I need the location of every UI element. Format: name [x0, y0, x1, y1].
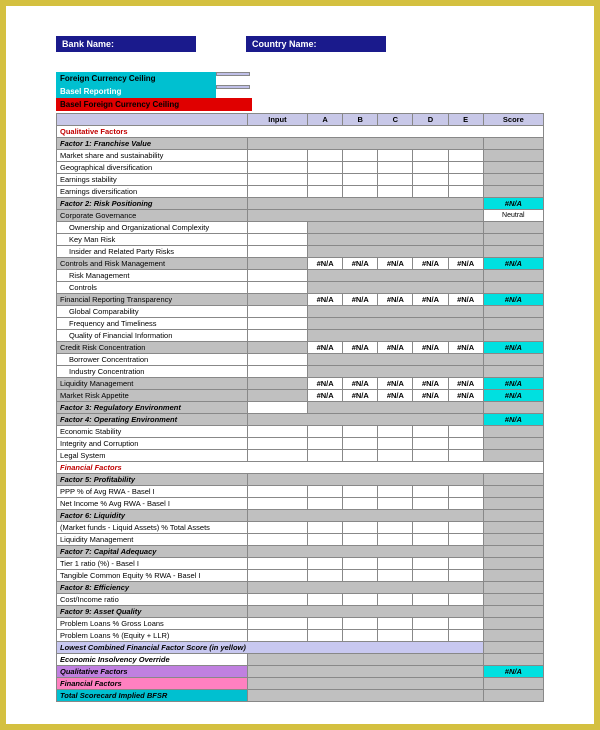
col-c: C	[378, 114, 413, 126]
col-score: Score	[483, 114, 543, 126]
f1-item: Earnings stability	[57, 174, 248, 186]
lowest-score: Lowest Combined Financial Factor Score (…	[57, 642, 484, 654]
meta-block: Foreign Currency Ceiling Basel Reporting…	[56, 72, 544, 111]
financial-header: Financial Factors	[57, 462, 544, 474]
f2-fin-item: Quality of Financial Information	[57, 330, 248, 342]
f7-item: Tangible Common Equity % RWA - Basel I	[57, 570, 248, 582]
f5-item: Net Income % Avg RWA - Basel I	[57, 498, 248, 510]
f2-score: #N/A	[483, 198, 543, 210]
header-row: Bank Name: Country Name:	[56, 36, 544, 52]
f1-item: Earnings diversification	[57, 186, 248, 198]
header-row-cols: Input A B C D E Score	[57, 114, 544, 126]
f2-head: Factor 2: Risk Positioning	[57, 198, 248, 210]
f2-ctrl-item: Risk Management	[57, 270, 248, 282]
qualitative-header: Qualitative Factors	[57, 126, 544, 138]
fcc-value[interactable]	[216, 72, 250, 76]
bank-name-label: Bank Name:	[56, 36, 196, 52]
col-input: Input	[247, 114, 307, 126]
col-e: E	[448, 114, 483, 126]
f1-head: Factor 1: Franchise Value	[57, 138, 248, 150]
total-bfsr: Total Scorecard Implied BFSR	[57, 690, 248, 702]
qual-final: Qualitative Factors	[57, 666, 248, 678]
col-d: D	[413, 114, 448, 126]
f2-fin: Financial Reporting Transparency	[57, 294, 248, 306]
fin-final: Financial Factors	[57, 678, 248, 690]
f2-ctrl: Controls and Risk Management	[57, 258, 248, 270]
f2-corp-item: Insider and Related Party Risks	[57, 246, 248, 258]
scorecard-table: Input A B C D E Score Qualitative Factor…	[56, 113, 544, 702]
f9-item: Problem Loans % Gross Loans	[57, 618, 248, 630]
col-b: B	[343, 114, 378, 126]
f2-fin-item: Frequency and Timeliness	[57, 318, 248, 330]
f6-item: Liquidity Management	[57, 534, 248, 546]
f2-corp-score: Neutral	[483, 210, 543, 222]
f8-item: Cost/Income ratio	[57, 594, 248, 606]
f2-corp: Corporate Governance	[57, 210, 248, 222]
f6-head: Factor 6: Liquidity	[57, 510, 248, 522]
f4-head: Factor 4: Operating Environment	[57, 414, 248, 426]
fcc-label: Foreign Currency Ceiling	[56, 72, 216, 85]
f2-corp-item: Ownership and Organizational Complexity	[57, 222, 248, 234]
f2-corp-item: Key Man Risk	[57, 234, 248, 246]
f2-ctrl-item: Controls	[57, 282, 248, 294]
f2-credit-item: Industry Concentration	[57, 366, 248, 378]
red-bar-label: Basel Foreign Currency Ceiling	[56, 98, 252, 111]
f4-item: Economic Stability	[57, 426, 248, 438]
f9-head: Factor 9: Asset Quality	[57, 606, 248, 618]
f1-item: Geographical diversification	[57, 162, 248, 174]
f9-item: Problem Loans % (Equity + LLR)	[57, 630, 248, 642]
basel-value[interactable]	[216, 85, 250, 89]
f2-credit-item: Borrower Concentration	[57, 354, 248, 366]
f5-head: Factor 5: Profitability	[57, 474, 248, 486]
country-name-label: Country Name:	[246, 36, 386, 52]
f1-item: Market share and sustainability	[57, 150, 248, 162]
basel-label: Basel Reporting	[56, 85, 216, 98]
f7-head: Factor 7: Capital Adequacy	[57, 546, 248, 558]
f7-item: Tier 1 ratio (%) - Basel I	[57, 558, 248, 570]
f8-head: Factor 8: Efficiency	[57, 582, 248, 594]
col-a: A	[308, 114, 343, 126]
f5-item: PPP % of Avg RWA - Basel I	[57, 486, 248, 498]
f2-fin-item: Global Comparability	[57, 306, 248, 318]
f4-item: Legal System	[57, 450, 248, 462]
f4-item: Integrity and Corruption	[57, 438, 248, 450]
f2-liq: Liquidity Management	[57, 378, 248, 390]
f6-item: (Market funds - Liquid Assets) % Total A…	[57, 522, 248, 534]
f2-mkt: Market Risk Appetite	[57, 390, 248, 402]
f3-head: Factor 3: Regulatory Environment	[57, 402, 248, 414]
econ-override: Economic Insolvency Override	[57, 654, 248, 666]
f2-credit: Credit Risk Concentration	[57, 342, 248, 354]
col-blank	[57, 114, 248, 126]
